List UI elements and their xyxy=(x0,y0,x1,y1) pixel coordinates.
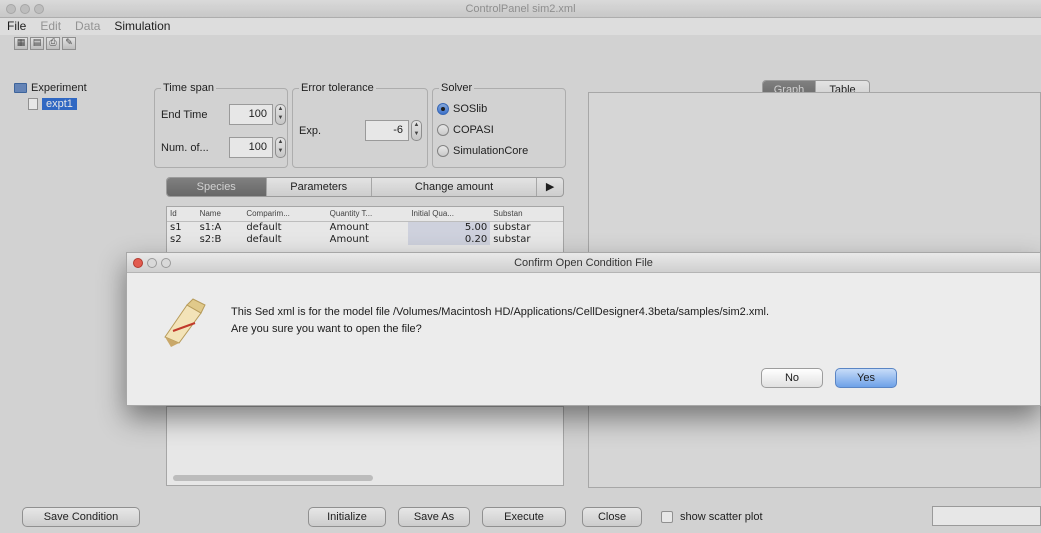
confirm-dialog: Confirm Open Condition File This Sed xml… xyxy=(126,252,1041,406)
dialog-zoom-icon xyxy=(161,258,171,268)
application-icon xyxy=(164,298,206,347)
dialog-message-line1: This Sed xml is for the model file /Volu… xyxy=(231,306,769,318)
dialog-title: Confirm Open Condition File xyxy=(514,257,653,269)
dialog-close-icon[interactable] xyxy=(133,258,143,268)
dialog-message-line2: Are you sure you want to open the file? xyxy=(231,323,422,335)
no-button[interactable]: No xyxy=(761,368,823,388)
dialog-minimize-icon xyxy=(147,258,157,268)
dialog-titlebar: Confirm Open Condition File xyxy=(127,253,1040,273)
yes-button[interactable]: Yes xyxy=(835,368,897,388)
